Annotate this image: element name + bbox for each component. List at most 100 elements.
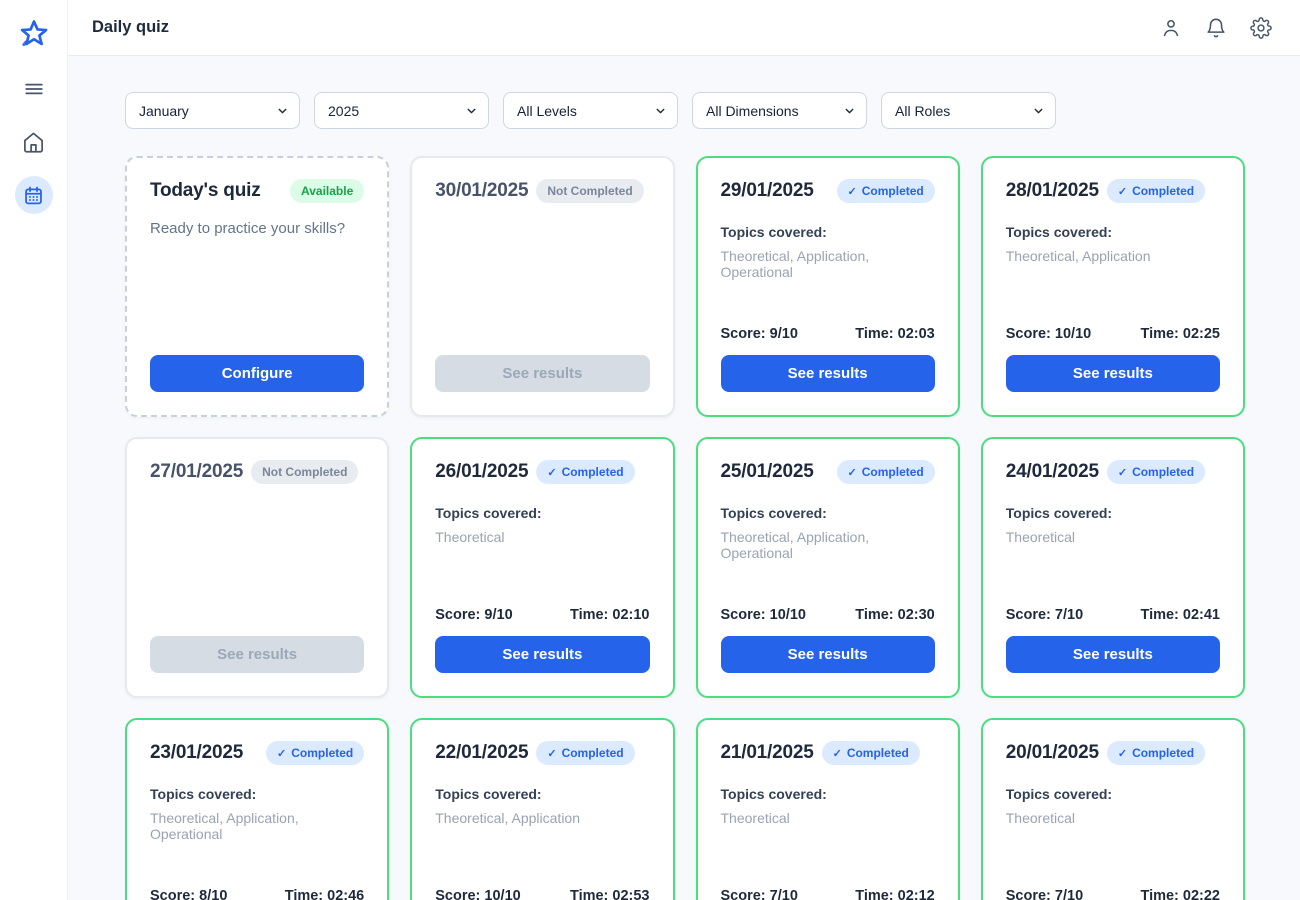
time-text: Time: 02:10 [570,607,650,623]
quiz-date: 30/01/2025 [435,180,528,202]
score-text: Score: 8/10 [150,888,227,900]
quiz-card: 30/01/2025 Not Completed See results [410,156,674,417]
status-badge: Not Completed [536,179,643,203]
check-icon: ✓ [1118,466,1127,479]
score-text: Score: 9/10 [721,326,798,342]
score-time-row: Score: 10/10 Time: 02:30 [721,607,935,623]
time-text: Time: 02:12 [855,888,935,900]
calendar-icon[interactable] [15,176,53,214]
check-icon: ✓ [848,466,857,479]
quiz-date: 22/01/2025 [435,742,528,764]
user-icon[interactable] [1159,16,1183,40]
level-select[interactable]: All Levels [503,92,678,129]
score-text: Score: 10/10 [435,888,520,900]
quiz-card: 21/01/2025 ✓ Completed Topics covered: T… [696,718,960,900]
topics-label: Topics covered: [150,786,364,802]
time-text: Time: 02:53 [570,888,650,900]
see-results-button[interactable]: See results [721,355,935,392]
quiz-date: 29/01/2025 [721,180,814,202]
topics-label: Topics covered: [721,786,935,802]
quiz-date: 21/01/2025 [721,742,814,764]
bell-icon[interactable] [1204,16,1228,40]
see-results-button[interactable]: See results [721,636,935,673]
topics-section: Topics covered: Theoretical [721,765,935,826]
check-icon: ✓ [848,185,857,198]
topics-value: Theoretical, Application [435,810,649,826]
quiz-card: 24/01/2025 ✓ Completed Topics covered: T… [981,437,1245,698]
topics-section: Topics covered: Theoretical [435,484,649,545]
topics-section: Topics covered: Theoretical, Application… [150,765,364,842]
topics-label: Topics covered: [1006,786,1220,802]
topics-value: Theoretical, Application, Operational [721,248,935,280]
status-badge: Available [290,179,364,203]
topics-label: Topics covered: [721,224,935,240]
topics-label: Topics covered: [435,786,649,802]
year-filter: 2025 [314,92,489,129]
month-select[interactable]: January [125,92,300,129]
topbar-icons [1159,16,1273,40]
app-logo-star-icon [13,13,55,55]
score-time-row: Score: 8/10 Time: 02:46 [150,888,364,900]
home-icon[interactable] [21,129,47,155]
status-badge: ✓ Completed [1107,741,1205,765]
topics-label: Topics covered: [1006,505,1220,521]
quiz-card: 29/01/2025 ✓ Completed Topics covered: T… [696,156,960,417]
time-text: Time: 02:30 [855,607,935,623]
status-badge: ✓ Completed [1107,460,1205,484]
role-select[interactable]: All Roles [881,92,1056,129]
menu-icon[interactable] [21,77,47,101]
score-text: Score: 9/10 [435,607,512,623]
topics-value: Theoretical [1006,529,1220,545]
check-icon: ✓ [1118,185,1127,198]
quiz-date: 23/01/2025 [150,742,243,764]
year-select[interactable]: 2025 [314,92,489,129]
status-badge: Not Completed [251,460,358,484]
main-content: January 2025 All Levels All Dimensi [68,56,1300,900]
month-filter: January [125,92,300,129]
gear-icon[interactable] [1249,16,1273,40]
configure-button[interactable]: Configure [150,355,364,392]
quiz-date: 28/01/2025 [1006,180,1099,202]
check-icon: ✓ [1118,747,1127,760]
topics-label: Topics covered: [721,505,935,521]
time-text: Time: 02:41 [1140,607,1220,623]
topics-value: Theoretical, Application [1006,248,1220,264]
status-badge: ✓ Completed [1107,179,1205,203]
topbar: Daily quiz [68,0,1300,56]
topics-value: Theoretical, Application, Operational [150,810,364,842]
score-time-row: Score: 10/10 Time: 02:25 [1006,326,1220,342]
score-time-row: Score: 9/10 Time: 02:10 [435,607,649,623]
see-results-button[interactable]: See results [435,636,649,673]
quiz-card: 20/01/2025 ✓ Completed Topics covered: T… [981,718,1245,900]
page-title: Daily quiz [92,18,169,37]
quiz-card: 23/01/2025 ✓ Completed Topics covered: T… [125,718,389,900]
see-results-button: See results [150,636,364,673]
dimension-select[interactable]: All Dimensions [692,92,867,129]
today-quiz-card: Today's quiz Available Ready to practice… [125,156,389,417]
status-badge: ✓ Completed [837,460,935,484]
check-icon: ✓ [277,747,286,760]
score-text: Score: 7/10 [1006,607,1083,623]
status-badge: ✓ Completed [266,741,364,765]
score-time-row: Score: 10/10 Time: 02:53 [435,888,649,900]
topics-value: Theoretical [1006,810,1220,826]
see-results-button[interactable]: See results [1006,636,1220,673]
level-filter: All Levels [503,92,678,129]
topics-section: Topics covered: Theoretical, Application… [721,203,935,280]
quiz-date: 26/01/2025 [435,461,528,483]
topics-section: Topics covered: Theoretical [1006,484,1220,545]
topics-section: Topics covered: Theoretical, Application… [721,484,935,561]
quiz-card: 26/01/2025 ✓ Completed Topics covered: T… [410,437,674,698]
filter-bar: January 2025 All Levels All Dimensi [125,92,1245,129]
dimension-filter: All Dimensions [692,92,867,129]
topics-label: Topics covered: [435,505,649,521]
time-text: Time: 02:46 [285,888,365,900]
sidebar [0,0,68,900]
see-results-button[interactable]: See results [1006,355,1220,392]
quiz-date: 24/01/2025 [1006,461,1099,483]
score-text: Score: 10/10 [721,607,806,623]
check-icon: ✓ [547,466,556,479]
quiz-grid: Today's quiz Available Ready to practice… [125,156,1245,900]
topics-value: Theoretical [435,529,649,545]
score-text: Score: 7/10 [721,888,798,900]
